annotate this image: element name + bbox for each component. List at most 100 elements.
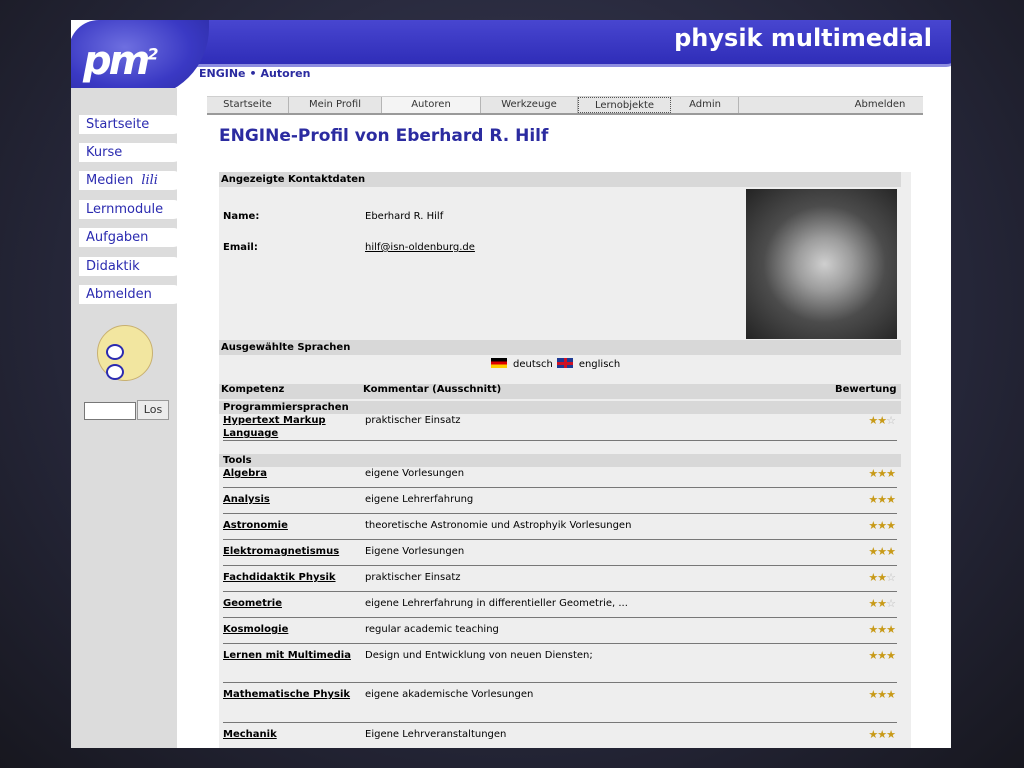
competence-comment: eigene Vorlesungen — [365, 468, 465, 479]
star-filled-icon: ★ — [877, 688, 887, 701]
competence-name-link[interactable]: Mechanik — [223, 728, 358, 741]
star-empty-icon: ☆ — [886, 597, 896, 610]
star-empty-icon: ☆ — [886, 414, 896, 427]
star-filled-icon: ★ — [868, 519, 878, 532]
competence-name-link[interactable]: Fachdidaktik Physik — [223, 571, 358, 584]
language-deutsch: deutsch — [513, 359, 553, 370]
competence-row: Analysis eigene Lehrerfahrung ★★★ — [219, 493, 901, 519]
sidebar-item-medien[interactable]: Medien lili — [79, 171, 183, 190]
competence-comment: praktischer Einsatz — [365, 572, 461, 583]
competence-row: Mathematische Physik eigene akademische V… — [219, 688, 901, 728]
browser-page: physik multimedial pm2 ENGINe • Autoren St… — [71, 20, 951, 748]
tab-admin[interactable]: Admin — [672, 97, 739, 113]
star-filled-icon: ★ — [877, 545, 887, 558]
competence-row: Astronomie theoretische Astronomie und As… — [219, 519, 901, 545]
site-header: physik multimedial pm2 ENGINe • Autoren — [71, 20, 951, 98]
star-filled-icon: ★ — [886, 649, 896, 662]
column-header-kompetenz: Kompetenz — [221, 384, 285, 395]
competence-name-link[interactable]: Elektromagnetismus — [223, 545, 358, 558]
competence-comment: regular academic teaching — [365, 624, 499, 635]
row-divider — [223, 440, 897, 441]
star-filled-icon: ★ — [886, 728, 896, 741]
tab-startseite[interactable]: Startseite — [207, 97, 289, 113]
competence-group-header: Tools — [219, 454, 901, 467]
sidebar-item-startseite[interactable]: Startseite — [79, 115, 183, 134]
uk-flag-icon — [556, 358, 573, 368]
star-filled-icon: ★ — [886, 493, 896, 506]
languages-section-header: Ausgewählte Sprachen — [219, 340, 901, 355]
competence-row: Lernen mit Multimedia Design und Entwickl… — [219, 649, 901, 688]
row-divider — [223, 682, 897, 683]
profile-panel: Angezeigte Kontaktdaten Name: Eberhard R… — [219, 172, 911, 748]
rating-stars: ★★★ — [868, 493, 896, 506]
star-filled-icon: ★ — [868, 545, 878, 558]
competence-comment: eigene akademische Vorlesungen — [365, 689, 534, 700]
sidebar: Startseite Kurse Medien lili Lernmodule A… — [71, 88, 183, 748]
tab-lernobjekte[interactable]: Lernobjekte — [578, 97, 671, 113]
row-divider — [223, 617, 897, 618]
column-header-kommentar: Kommentar (Ausschnitt) — [363, 384, 502, 395]
column-header-bewertung: Bewertung — [835, 384, 897, 395]
rating-stars: ★★☆ — [868, 571, 896, 584]
glasses-icon — [106, 344, 144, 380]
email-link[interactable]: hilf@isn-oldenburg.de — [365, 242, 475, 253]
search-input[interactable] — [84, 402, 136, 420]
email-label: Email: — [223, 242, 258, 253]
lili-badge: lili — [141, 173, 158, 188]
contact-section-header: Angezeigte Kontaktdaten — [219, 172, 901, 187]
competence-name-link[interactable]: Lernen mit Multimedia — [223, 649, 358, 662]
sidebar-item-lernmodule[interactable]: Lernmodule — [79, 200, 183, 219]
competence-name-link[interactable]: Mathematische Physik — [223, 688, 358, 701]
competence-name-link[interactable]: Algebra — [223, 467, 358, 480]
rating-stars: ★★★ — [868, 688, 896, 701]
star-filled-icon: ★ — [868, 597, 878, 610]
tab-abmelden[interactable]: Abmelden — [837, 97, 923, 113]
competence-table-header — [219, 384, 901, 399]
row-divider — [223, 487, 897, 488]
competence-row: Kosmologie regular academic teaching ★★★ — [219, 623, 901, 649]
row-divider — [223, 539, 897, 540]
competence-name-link[interactable]: Analysis — [223, 493, 358, 506]
star-filled-icon: ★ — [868, 649, 878, 662]
sidebar-item-kurse[interactable]: Kurse — [79, 143, 183, 162]
star-empty-icon: ☆ — [886, 571, 896, 584]
star-filled-icon: ★ — [877, 414, 887, 427]
rating-stars: ★★☆ — [868, 597, 896, 610]
sidebar-item-didaktik[interactable]: Didaktik — [79, 257, 183, 276]
row-divider — [223, 643, 897, 644]
star-filled-icon: ★ — [877, 571, 887, 584]
breadcrumb-item-engine[interactable]: ENGINe — [199, 67, 246, 80]
search-button[interactable]: Los — [137, 400, 169, 420]
competence-comment: eigene Lehrerfahrung — [365, 494, 474, 505]
sidebar-item-aufgaben[interactable]: Aufgaben — [79, 228, 183, 247]
competence-row: Geometrie eigene Lehrerfahrung in differe… — [219, 597, 901, 623]
sidebar-item-abmelden[interactable]: Abmelden — [79, 285, 183, 304]
competence-name-link[interactable]: Astronomie — [223, 519, 358, 532]
logo-main: pm — [83, 38, 150, 84]
name-value: Eberhard R. Hilf — [365, 211, 444, 222]
rating-stars: ★★★ — [868, 467, 896, 480]
rating-stars: ★★★ — [868, 728, 896, 741]
competence-name-link[interactable]: Geometrie — [223, 597, 358, 610]
star-filled-icon: ★ — [886, 467, 896, 480]
rating-stars: ★★★ — [868, 545, 896, 558]
tab-autoren[interactable]: Autoren — [382, 97, 481, 113]
name-label: Name: — [223, 211, 260, 222]
competence-name-link[interactable]: Hypertext Markup Language — [223, 414, 358, 440]
star-filled-icon: ★ — [868, 571, 878, 584]
star-filled-icon: ★ — [877, 623, 887, 636]
mascot-icon — [97, 325, 153, 381]
sidebar-item-label: Medien — [86, 173, 134, 188]
competence-name-link[interactable]: Kosmologie — [223, 623, 358, 636]
star-filled-icon: ★ — [877, 467, 887, 480]
competence-comment: praktischer Einsatz — [365, 415, 461, 426]
language-englisch: englisch — [578, 359, 621, 370]
rating-stars: ★★★ — [868, 623, 896, 636]
logo-text: pm2 — [83, 38, 158, 84]
breadcrumb-item-autoren[interactable]: Autoren — [261, 67, 311, 80]
row-divider — [223, 722, 897, 723]
star-filled-icon: ★ — [877, 493, 887, 506]
competence-comment: Design und Entwicklung von neuen Dienste… — [365, 650, 593, 661]
tab-werkzeuge[interactable]: Werkzeuge — [481, 97, 578, 113]
tab-mein-profil[interactable]: Mein Profil — [289, 97, 382, 113]
